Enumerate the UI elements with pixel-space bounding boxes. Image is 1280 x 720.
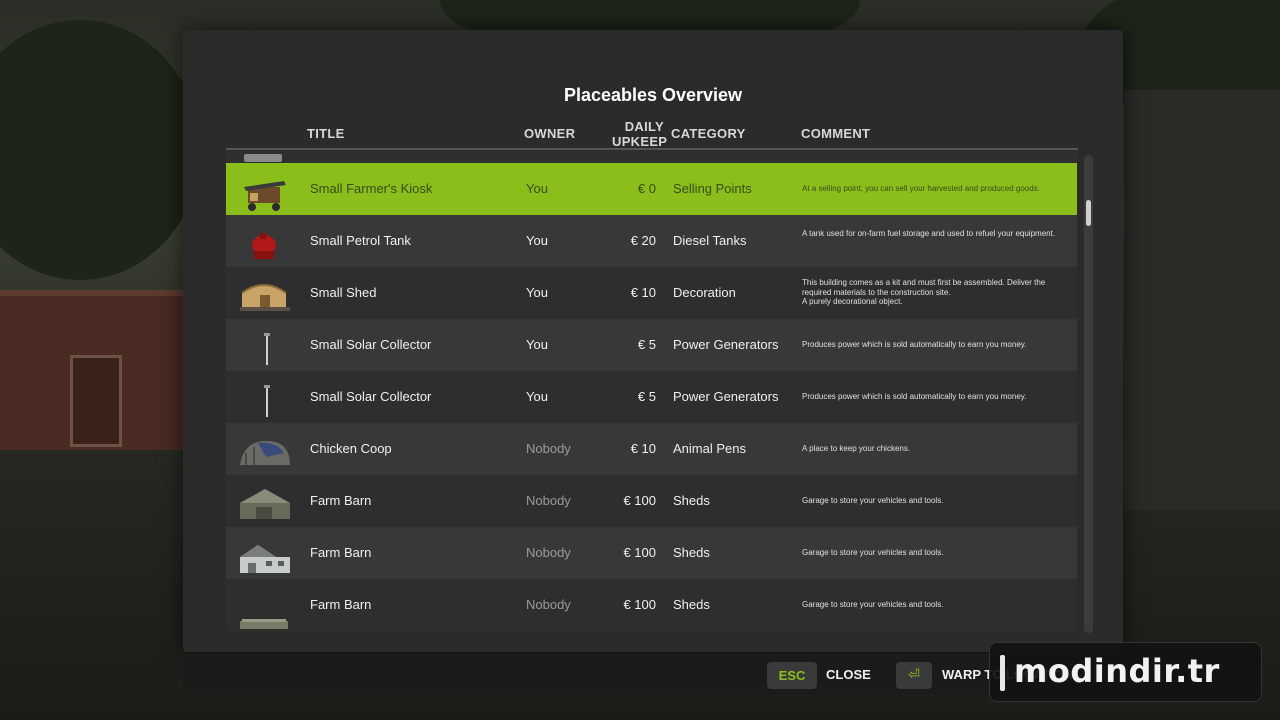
placeable-category: Sheds (673, 597, 710, 612)
esc-key-hint[interactable]: ESC (767, 662, 817, 689)
column-header-daily-upkeep[interactable]: DAILY UPKEEP (612, 119, 668, 149)
placeable-title: Small Farmer's Kiosk (310, 181, 433, 196)
table-row[interactable]: Small Petrol Tank You € 20 Diesel Tanks … (226, 215, 1077, 267)
barn-icon (240, 489, 290, 519)
placeable-owner: You (526, 285, 548, 300)
barn-white-icon (240, 545, 290, 573)
placeable-category: Sheds (673, 545, 710, 560)
placeable-title: Farm Barn (310, 545, 372, 560)
placeable-upkeep: € 10 (630, 285, 656, 300)
enter-key-icon[interactable]: ⏎ (896, 662, 932, 689)
placeable-upkeep: € 100 (623, 545, 656, 560)
watermark-logo: modindir.tr (989, 642, 1262, 702)
placeable-title: Small Petrol Tank (310, 233, 411, 248)
watermark-bar (1000, 655, 1005, 691)
page-title: Placeables Overview (563, 85, 743, 105)
scrollbar-thumb[interactable] (1086, 200, 1091, 226)
column-header-category[interactable]: CATEGORY (671, 126, 746, 141)
column-header-daily: DAILY (624, 119, 664, 134)
placeable-upkeep: € 5 (637, 337, 656, 352)
list-scrollbar[interactable] (1084, 155, 1093, 633)
background-building (1124, 90, 1280, 510)
table-row[interactable]: Farm Barn Nobody € 100 Sheds Garage to s… (226, 527, 1077, 579)
placeable-upkeep: € 5 (637, 389, 656, 404)
placeable-upkeep: € 100 (623, 597, 656, 612)
placeable-comment: Garage to store your vehicles and tools. (802, 600, 944, 609)
background-barn-door (70, 355, 122, 447)
placeable-upkeep: € 20 (630, 233, 656, 248)
placeable-title: Chicken Coop (310, 441, 392, 456)
placeable-title: Farm Barn (310, 597, 372, 612)
solar-collector-icon (264, 333, 270, 365)
placeable-comment: This building comes as a kit and must fi… (802, 278, 1046, 306)
placeable-comment: Garage to store your vehicles and tools. (802, 548, 944, 557)
placeable-comment: At a selling point, you can sell your ha… (802, 184, 1040, 193)
placeable-category: Animal Pens (673, 441, 746, 456)
placeable-upkeep: € 100 (623, 493, 656, 508)
placeable-owner: You (526, 389, 548, 404)
placeable-title: Farm Barn (310, 493, 372, 508)
table-row[interactable]: Farm Barn Nobody € 100 Sheds Garage to s… (226, 579, 1077, 631)
placeable-category: Diesel Tanks (673, 233, 747, 248)
placeable-category: Power Generators (673, 389, 779, 404)
header-divider (226, 148, 1078, 150)
placeable-owner: Nobody (526, 441, 571, 456)
table-row[interactable]: Small Solar Collector You € 5 Power Gene… (226, 371, 1077, 423)
table-row[interactable]: Small Solar Collector You € 5 Power Gene… (226, 319, 1077, 371)
table-row[interactable]: Small Shed You € 10 Decoration This buil… (226, 267, 1077, 319)
column-header-title[interactable]: TITLE (307, 126, 345, 141)
table-row[interactable]: Small Farmer's Kiosk You € 0 Selling Poi… (226, 163, 1077, 215)
placeable-owner: Nobody (526, 597, 571, 612)
placeable-comment: A place to keep your chickens. (802, 444, 911, 453)
placeable-title: Small Solar Collector (310, 337, 432, 352)
placeable-category: Power Generators (673, 337, 779, 352)
placeable-comment: Produces power which is sold automatical… (802, 340, 1027, 349)
placeable-thumbnail (244, 154, 282, 162)
placeable-category: Decoration (673, 285, 736, 300)
column-header-comment[interactable]: COMMENT (801, 126, 870, 141)
placeable-comment: Produces power which is sold automatical… (802, 392, 1027, 401)
solar-collector-icon (264, 385, 270, 417)
watermark-text: modindir.tr (1014, 652, 1220, 690)
kiosk-icon (244, 181, 286, 211)
table-row[interactable]: Farm Barn Nobody € 100 Sheds Garage to s… (226, 475, 1077, 527)
close-button[interactable]: CLOSE (826, 667, 871, 682)
table-row[interactable]: Chicken Coop Nobody € 10 Animal Pens A p… (226, 423, 1077, 475)
placeable-comment: A tank used for on-farm fuel storage and… (802, 229, 1056, 238)
shed-icon (240, 284, 290, 311)
placeable-title: Small Shed (310, 285, 377, 300)
placeable-owner: You (526, 337, 548, 352)
chicken-coop-icon (240, 440, 290, 465)
placeable-category: Selling Points (673, 181, 752, 196)
table-row-partial[interactable] (226, 151, 1077, 163)
placeable-owner: Nobody (526, 545, 571, 560)
placeable-title: Small Solar Collector (310, 389, 432, 404)
column-header-upkeep: UPKEEP (612, 134, 668, 149)
placeable-owner: You (526, 233, 548, 248)
placeables-list[interactable]: Small Farmer's Kiosk You € 0 Selling Poi… (226, 151, 1077, 631)
placeable-comment: Garage to store your vehicles and tools. (802, 496, 944, 505)
placeable-upkeep: € 10 (630, 441, 656, 456)
column-header-owner[interactable]: OWNER (524, 126, 575, 141)
placeable-upkeep: € 0 (637, 181, 656, 196)
petrol-tank-icon (252, 233, 276, 259)
placeable-owner: Nobody (526, 493, 571, 508)
placeable-owner: You (526, 181, 548, 196)
placeable-category: Sheds (673, 493, 710, 508)
barn-icon (240, 619, 288, 629)
